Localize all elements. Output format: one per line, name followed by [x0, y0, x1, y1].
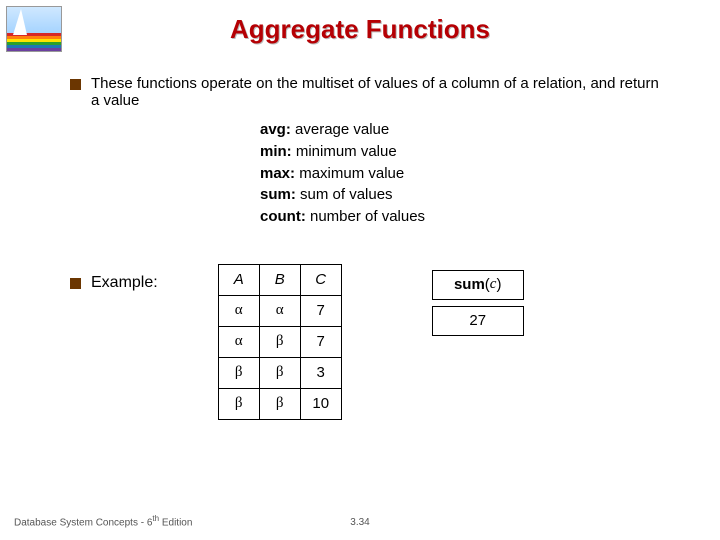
page-number: 3.34	[350, 517, 369, 528]
logo-thumbnail	[6, 6, 62, 52]
table-row: β β 10	[218, 388, 341, 419]
result-column: sum(c ) 27	[432, 264, 524, 336]
bullet-icon	[70, 278, 81, 289]
example-bullet: Example:	[70, 274, 158, 292]
result-value: 27	[432, 306, 524, 336]
col-header: B	[259, 264, 300, 295]
col-header: C	[300, 264, 341, 295]
intro-bullet: These functions operate on the multiset …	[70, 75, 670, 109]
table-row: α β 7	[218, 326, 341, 357]
col-header: A	[218, 264, 259, 295]
functions-list: avg: average value min: minimum value ma…	[260, 119, 670, 228]
footer-citation: Database System Concepts - 6th Edition	[14, 514, 192, 528]
table-row: α α 7	[218, 295, 341, 326]
intro-text: These functions operate on the multiset …	[91, 75, 670, 109]
example-label-text: Example:	[91, 274, 158, 292]
page-title: Aggregate Functions	[0, 0, 720, 45]
result-header: sum(c )	[432, 270, 524, 300]
bullet-icon	[70, 79, 81, 90]
table-row: β β 3	[218, 357, 341, 388]
example-table: A B C α α 7 α β 7 β β 3 β β 10	[218, 264, 342, 420]
